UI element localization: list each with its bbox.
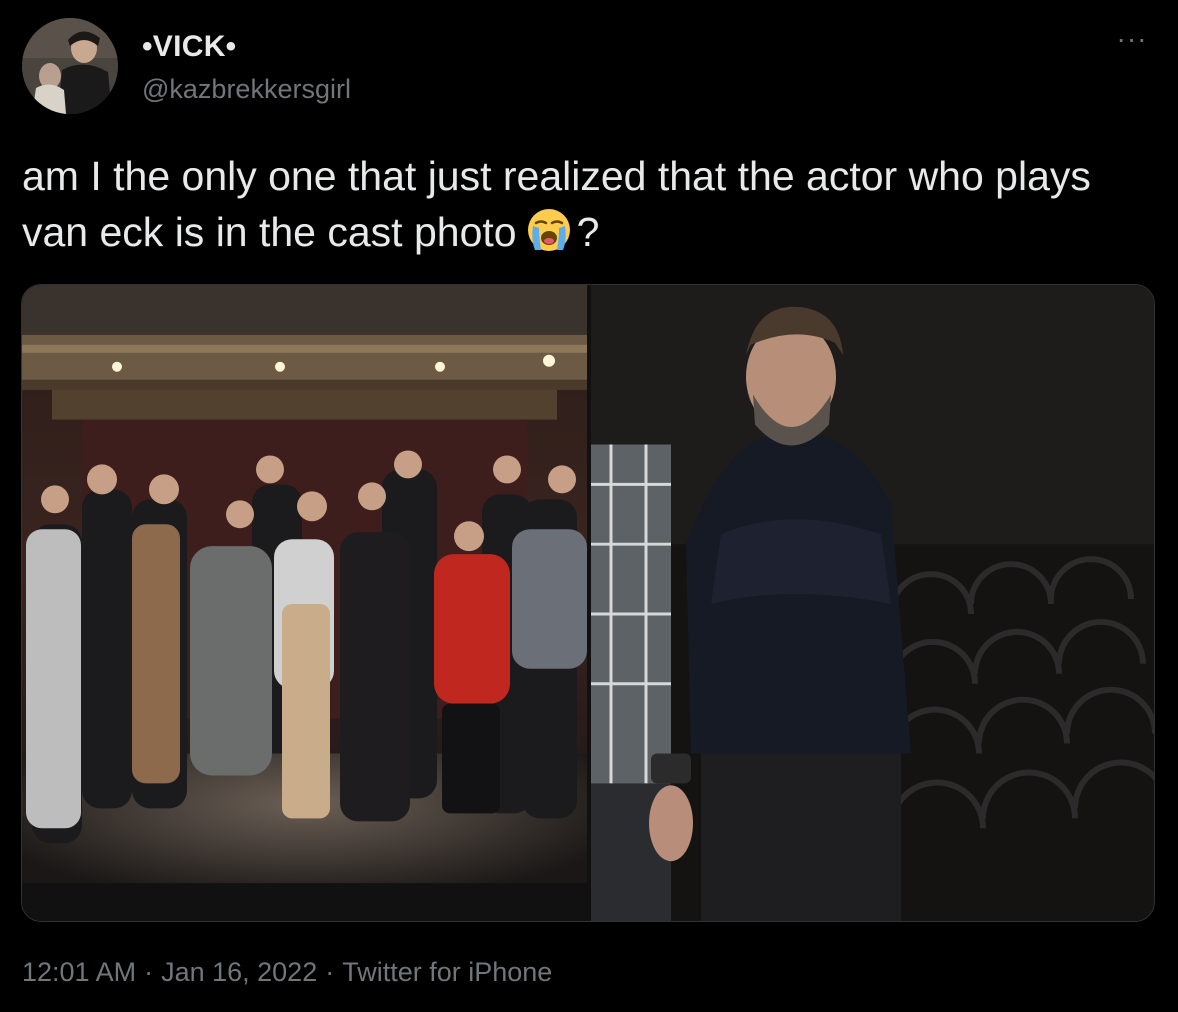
cast-photo-image [22, 285, 587, 921]
separator-dot: · [144, 957, 154, 987]
tweet-time[interactable]: 12:01 AM [22, 957, 136, 988]
actor-closeup-photo[interactable] [591, 285, 1154, 921]
cast-photo[interactable] [22, 285, 587, 921]
tweet: •VICK• @kazbrekkersgirl ··· am I the onl… [0, 0, 1178, 1012]
tweet-meta: 12:01 AM · Jan 16, 2022 · Twitter for iPhone [22, 957, 552, 988]
loudly-crying-face-emoji-icon [525, 206, 573, 254]
tweet-text: am I the only one that just realized tha… [22, 148, 1152, 260]
separator-dot: · [325, 957, 335, 987]
tweet-text-end: ? [576, 209, 600, 255]
profile-photo-icon [22, 18, 118, 114]
tweet-source[interactable]: Twitter for iPhone [342, 957, 552, 988]
display-name[interactable]: •VICK• [142, 30, 236, 64]
user-handle[interactable]: @kazbrekkersgirl [142, 74, 351, 105]
tweet-date[interactable]: Jan 16, 2022 [161, 957, 317, 988]
media-grid [21, 284, 1155, 922]
more-dots-icon[interactable]: ··· [1112, 24, 1152, 54]
avatar[interactable] [22, 18, 118, 114]
actor-closeup-image [591, 285, 1154, 921]
